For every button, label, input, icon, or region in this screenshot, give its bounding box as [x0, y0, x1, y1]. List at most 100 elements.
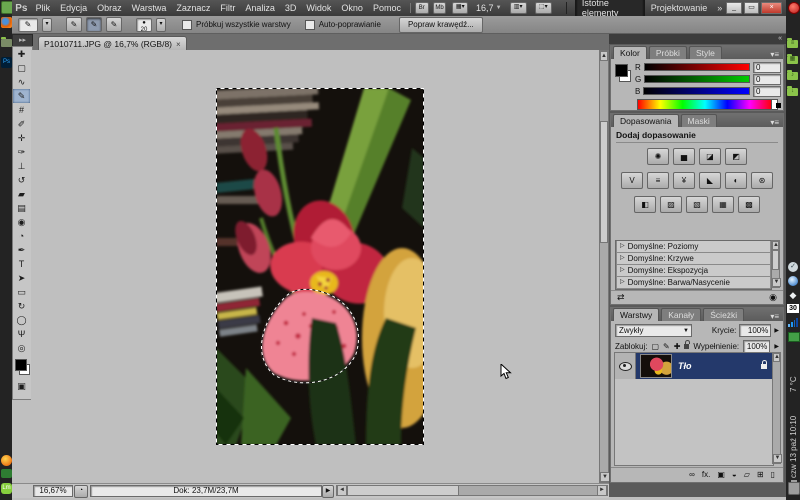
- brightness-contrast-icon[interactable]: ✺: [647, 148, 669, 165]
- quick-mask-button[interactable]: ▣: [13, 379, 30, 393]
- selective-color-icon[interactable]: ▩: [738, 196, 760, 213]
- auto-enhance-checkbox[interactable]: [305, 20, 315, 30]
- vpn-tray-icon[interactable]: [788, 332, 800, 342]
- terminal-icon[interactable]: [1, 469, 12, 478]
- layer-name[interactable]: Tło: [678, 361, 692, 371]
- refine-edge-button[interactable]: Popraw krawędź...: [399, 17, 483, 33]
- folder-downloads-icon[interactable]: ↓: [787, 88, 798, 96]
- bridge-icon[interactable]: Br: [415, 2, 429, 14]
- document-tab[interactable]: P1010711.JPG @ 16,7% (RGB/8) ×: [38, 36, 187, 51]
- scroll-up-icon[interactable]: ▲: [772, 241, 779, 250]
- link-layers-icon[interactable]: ∞: [689, 470, 695, 479]
- lock-all-icon[interactable]: [684, 344, 689, 349]
- sample-all-layers-checkbox[interactable]: [182, 20, 192, 30]
- menu-pomoc[interactable]: Pomoc: [368, 3, 406, 13]
- zoom-level-control[interactable]: 16,7: [476, 3, 494, 13]
- layer-row-tlo[interactable]: Tło: [615, 353, 773, 379]
- arrange-documents-icon[interactable]: ▥▾: [510, 2, 527, 14]
- channel-mixer-icon[interactable]: ⊛: [751, 172, 773, 189]
- channel-b-value[interactable]: 0: [753, 86, 781, 97]
- vibrance-icon[interactable]: V: [621, 172, 643, 189]
- weather-temperature[interactable]: 7 °C: [789, 346, 798, 392]
- zoom-dropdown-icon[interactable]: ▼: [496, 5, 502, 11]
- menu-warstwa[interactable]: Warstwa: [127, 3, 172, 13]
- shield-icon[interactable]: ◆: [788, 290, 798, 300]
- lock-position-icon[interactable]: ✚: [674, 342, 681, 351]
- visibility-cell[interactable]: [615, 353, 636, 379]
- blur-tool[interactable]: ◉: [13, 215, 30, 229]
- tab-kolor[interactable]: Kolor: [613, 46, 647, 59]
- fill-spinner-icon[interactable]: ▶: [774, 343, 779, 350]
- workspace-projektowanie[interactable]: Projektowanie: [645, 2, 714, 14]
- delete-layer-icon[interactable]: ▯: [771, 470, 775, 479]
- move-tool[interactable]: ✚: [13, 47, 30, 61]
- panel-menu-icon[interactable]: ▾≡: [770, 50, 783, 59]
- eyedropper-tool[interactable]: ✐: [13, 117, 30, 131]
- vscroll-thumb[interactable]: [600, 121, 608, 243]
- subtract-selection-mode-button[interactable]: ✎: [106, 17, 122, 32]
- power-button-icon[interactable]: [788, 2, 800, 14]
- dodge-tool[interactable]: ◔: [13, 229, 30, 243]
- switch-panel-icon[interactable]: ⇄: [617, 292, 625, 303]
- folder-music-icon[interactable]: ♪: [787, 72, 798, 80]
- menu-plik[interactable]: Plik: [31, 3, 56, 13]
- marquee-tool[interactable]: ▢: [13, 61, 30, 75]
- shape-tool[interactable]: ▭: [13, 285, 30, 299]
- mini-bridge-icon[interactable]: Mb: [433, 2, 447, 14]
- scroll-left-icon[interactable]: ◄: [337, 485, 347, 496]
- layers-scrollbar[interactable]: ▲ ▼: [772, 352, 781, 464]
- mint-menu-icon[interactable]: Lm: [1, 483, 12, 494]
- folder-home-icon[interactable]: ≡: [787, 40, 798, 48]
- new-adjustment-icon[interactable]: ◒: [732, 470, 737, 479]
- hscroll-thumb[interactable]: [347, 485, 459, 496]
- add-mask-icon[interactable]: ▣: [717, 470, 725, 479]
- document-size-status[interactable]: Dok: 23,7M/23,7M: [90, 485, 322, 497]
- menu-filtr[interactable]: Filtr: [215, 3, 240, 13]
- channel-g-value[interactable]: 0: [753, 74, 781, 85]
- tab-maski[interactable]: Maski: [681, 114, 717, 127]
- panel-menu-icon[interactable]: ▾≡: [770, 312, 783, 321]
- restore-button[interactable]: ▭: [744, 2, 760, 14]
- crop-tool[interactable]: #: [13, 103, 30, 117]
- update-manager-icon[interactable]: ✓: [788, 262, 798, 272]
- tab-dopasowania[interactable]: Dopasowania: [613, 114, 679, 127]
- view-extras-icon[interactable]: ▦▾: [452, 2, 468, 14]
- trash-icon[interactable]: [788, 482, 800, 495]
- layer-thumbnail[interactable]: [640, 354, 672, 378]
- brush-picker[interactable]: ●20: [136, 18, 152, 32]
- color-spectrum-ramp[interactable]: [637, 99, 773, 110]
- blend-mode-select[interactable]: Zwykły▼: [615, 324, 692, 337]
- history-brush-tool[interactable]: ↺: [13, 173, 30, 187]
- photo-filter-icon[interactable]: ◐: [725, 172, 747, 189]
- channel-b-slider[interactable]: [643, 87, 750, 95]
- healing-brush-tool[interactable]: ✛: [13, 131, 30, 145]
- menu-analiza[interactable]: Analiza: [240, 3, 280, 13]
- photo-p1010711[interactable]: [216, 88, 424, 445]
- new-group-icon[interactable]: ▱: [744, 470, 750, 479]
- clip-to-layer-icon[interactable]: ◉: [769, 292, 777, 303]
- dock-collapse-bar[interactable]: «: [609, 34, 786, 44]
- new-selection-mode-button[interactable]: ✎: [66, 17, 82, 32]
- menu-edycja[interactable]: Edycja: [55, 3, 92, 13]
- brush-dropdown-icon[interactable]: ▾: [156, 18, 166, 32]
- posterize-icon[interactable]: ▨: [660, 196, 682, 213]
- curves-icon[interactable]: ◪: [699, 148, 721, 165]
- tab-probki[interactable]: Próbki: [649, 46, 687, 59]
- firefox-icon[interactable]: [1, 17, 12, 28]
- lock-pixels-icon[interactable]: ✎: [663, 342, 670, 351]
- tab-sciezki[interactable]: Ścieżki: [703, 308, 744, 321]
- tool-preset-dropdown-icon[interactable]: ▾: [42, 18, 52, 32]
- clock[interactable]: czw 13 paź 10:10: [789, 398, 798, 478]
- gradient-map-icon[interactable]: ▦: [712, 196, 734, 213]
- panel-menu-icon[interactable]: ▾≡: [770, 118, 783, 127]
- menu-zaznacz[interactable]: Zaznacz: [171, 3, 215, 13]
- presets-scroll-thumb[interactable]: [772, 250, 779, 270]
- fg-swatch[interactable]: [615, 64, 628, 77]
- rotate-3d-tool[interactable]: ↻: [13, 299, 30, 313]
- eraser-tool[interactable]: ▰: [13, 187, 30, 201]
- unread-badge[interactable]: 30: [787, 304, 799, 313]
- tab-warstwy[interactable]: Warstwy: [613, 308, 659, 321]
- folder-pictures-icon[interactable]: ▦: [787, 56, 798, 64]
- scroll-up-icon[interactable]: ▲: [773, 353, 780, 362]
- minimize-button[interactable]: _: [726, 2, 742, 14]
